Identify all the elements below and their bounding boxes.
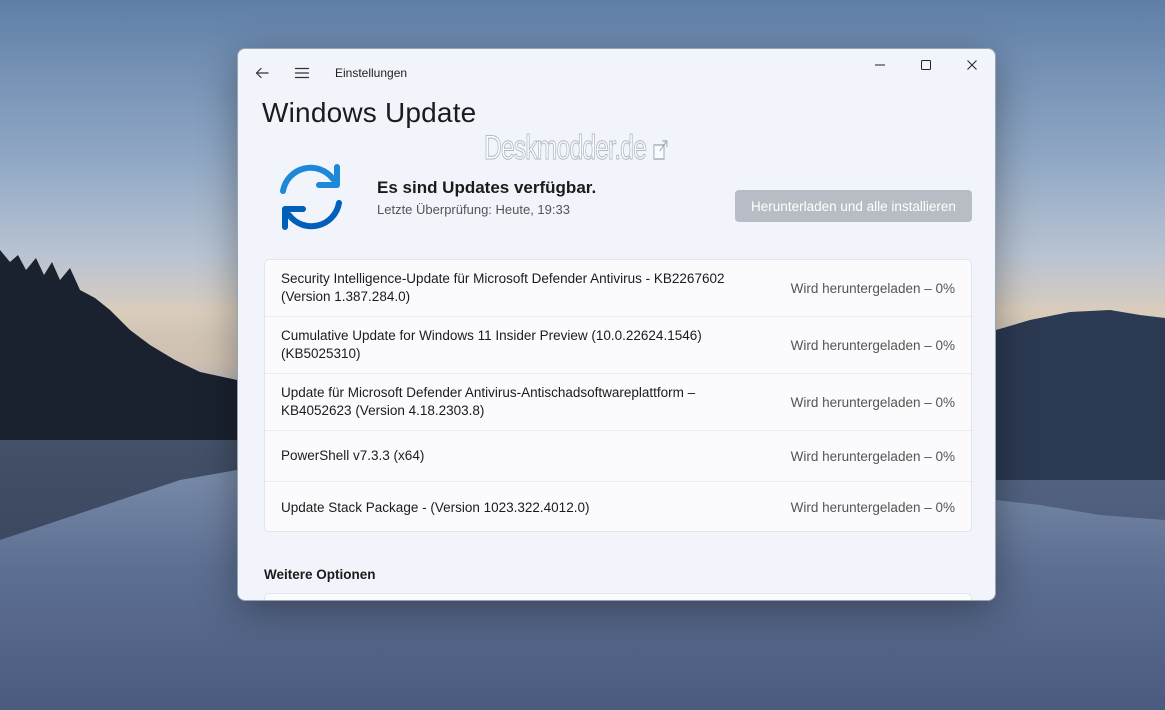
update-status: Wird heruntergeladen – 0% — [790, 337, 955, 353]
more-options-heading: Weitere Optionen — [264, 567, 376, 582]
update-name: PowerShell v7.3.3 (x64) — [281, 448, 425, 463]
update-name: Update für Microsoft Defender Antivirus-… — [281, 385, 696, 418]
title-bar: Einstellungen — [238, 49, 995, 97]
last-check-text: Letzte Überprüfung: Heute, 19:33 — [377, 202, 570, 217]
update-status: Wird heruntergeladen – 0% — [790, 448, 955, 464]
update-status: Wird heruntergeladen – 0% — [790, 280, 955, 296]
maximize-button[interactable] — [903, 49, 949, 81]
update-status-icon — [271, 157, 351, 237]
minimize-button[interactable] — [857, 49, 903, 81]
close-icon — [967, 60, 977, 70]
status-heading: Es sind Updates verfügbar. — [377, 178, 597, 197]
update-status: Wird heruntergeladen – 0% — [790, 500, 955, 515]
update-list: Security Intelligence-Update für Microso… — [264, 259, 972, 532]
minimize-icon — [875, 64, 885, 66]
back-arrow-icon — [255, 67, 269, 79]
update-name: Security Intelligence-Update für Microso… — [281, 271, 725, 304]
back-button[interactable] — [250, 61, 274, 85]
update-row[interactable]: Security Intelligence-Update für Microso… — [265, 260, 971, 317]
update-row[interactable]: PowerShell v7.3.3 (x64) Wird heruntergel… — [265, 431, 971, 482]
app-title: Einstellungen — [335, 66, 408, 80]
more-options-card[interactable] — [264, 593, 972, 600]
update-status: Wird heruntergeladen – 0% — [790, 394, 955, 410]
external-link-icon — [653, 140, 668, 160]
settings-window: Einstellungen Windows Update Es sind Upd… — [237, 48, 996, 601]
update-name: Cumulative Update for Windows 11 Insider… — [281, 328, 702, 361]
close-button[interactable] — [949, 49, 995, 81]
navigation-menu-button[interactable] — [290, 61, 314, 85]
download-install-all-button[interactable]: Herunterladen und alle installieren — [735, 190, 972, 222]
maximize-icon — [921, 60, 931, 70]
hamburger-menu-icon — [294, 67, 310, 79]
update-row[interactable]: Cumulative Update for Windows 11 Insider… — [265, 317, 971, 374]
page-title: Windows Update — [262, 97, 477, 128]
watermark: Deskmodder.de — [484, 129, 668, 168]
update-name: Update Stack Package - (Version 1023.322… — [281, 499, 590, 515]
sync-arrows-icon — [280, 164, 342, 230]
update-row[interactable]: Update für Microsoft Defender Antivirus-… — [265, 374, 971, 431]
update-row[interactable]: Update Stack Package - (Version 1023.322… — [265, 482, 971, 531]
